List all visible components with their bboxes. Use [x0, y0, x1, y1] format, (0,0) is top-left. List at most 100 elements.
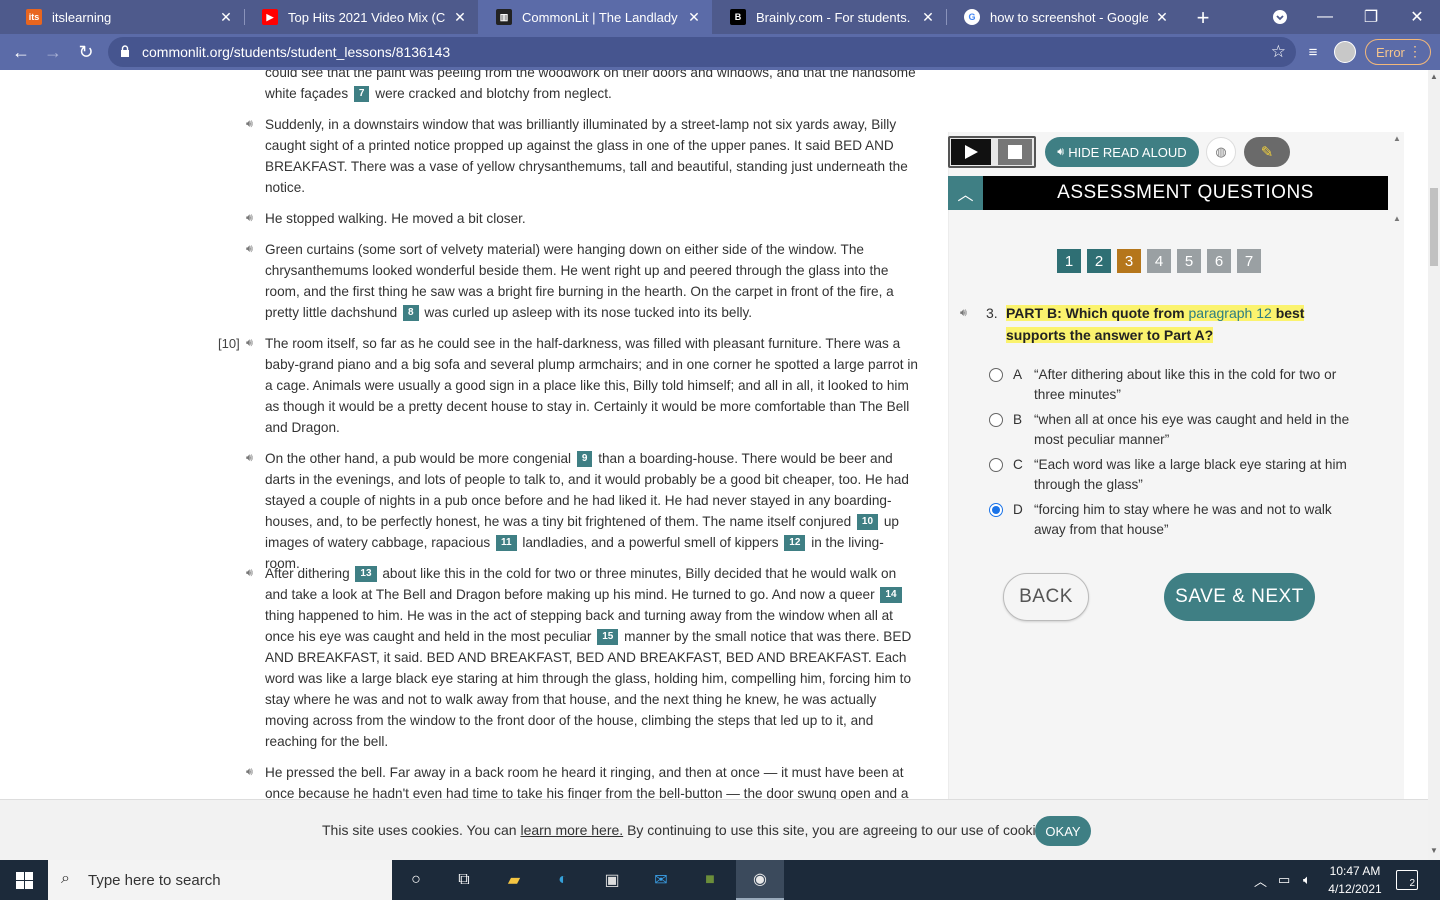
tab-title: how to screenshot - Google Sea: [990, 9, 1148, 25]
paragraph-text: On the other hand, a pub would be more c…: [265, 451, 572, 466]
minecraft-icon[interactable]: ■: [686, 860, 734, 900]
question-nav-5[interactable]: 5: [1177, 249, 1201, 273]
paragraph-link[interactable]: paragraph 12: [1189, 305, 1272, 321]
notification-center-icon[interactable]: 2: [1396, 870, 1418, 890]
tab-title: CommonLit | The Landlady |: [522, 9, 680, 25]
cookie-message: This site uses cookies. You can learn mo…: [322, 822, 1055, 838]
profile-avatar[interactable]: [1334, 41, 1356, 63]
option-letter: C: [1013, 457, 1023, 472]
paragraph-text: were cracked and blotchy from neglect.: [375, 86, 612, 101]
close-tab-icon[interactable]: ✕: [1154, 9, 1170, 26]
edge-icon[interactable]: ◐: [539, 860, 587, 900]
question-nav-6[interactable]: 6: [1207, 249, 1231, 273]
youtube-icon: ▶: [262, 9, 278, 25]
save-next-button[interactable]: SAVE & NEXT: [1164, 573, 1315, 621]
brainly-icon: B: [730, 9, 746, 25]
new-tab-plus-icon[interactable]: +: [1192, 5, 1214, 31]
task-view-icon[interactable]: ⧉: [440, 860, 488, 900]
speaker-icon[interactable]: 🔊︎: [246, 208, 260, 229]
collapse-chevron-up-icon[interactable]: ︿: [948, 176, 983, 210]
option-text: “when all at once his eye was caught and…: [1034, 412, 1350, 447]
menu-dots-icon: ⋮: [1408, 43, 1422, 59]
tab-title: Top Hits 2021 Video Mix (CLEAN: [288, 9, 446, 25]
browser-toolbar: ← → ↻ commonlit.org/students/student_les…: [0, 34, 1440, 70]
footnote-tag[interactable]: 12: [784, 535, 806, 552]
tab-search-icon[interactable]: [1257, 0, 1303, 34]
tab-brainly[interactable]: B Brainly.com - For students. By st ✕: [712, 0, 946, 34]
google-icon: G: [964, 9, 980, 25]
footnote-tag[interactable]: 9: [576, 451, 593, 468]
speaker-icon[interactable]: 🔊︎: [246, 333, 260, 354]
volume-icon[interactable]: 🔈︎: [1303, 860, 1311, 900]
hide-read-aloud-button[interactable]: 🔊︎ HIDE READ ALOUD: [1045, 137, 1199, 167]
tab-google[interactable]: G how to screenshot - Google Sea ✕: [946, 0, 1180, 34]
stop-button[interactable]: [998, 139, 1032, 165]
assessment-panel: [948, 132, 1404, 860]
page-scrollbar[interactable]: ▲ ▼: [1428, 70, 1440, 860]
footnote-tag[interactable]: 14: [880, 587, 902, 604]
restore-icon[interactable]: ❐: [1348, 0, 1394, 34]
cookie-okay-button[interactable]: OKAY: [1035, 816, 1091, 846]
error-button[interactable]: Error ⋮: [1365, 39, 1431, 65]
scrollbar-thumb[interactable]: [1430, 188, 1438, 266]
question-nav-3[interactable]: 3: [1117, 249, 1141, 273]
question-nav-4[interactable]: 4: [1147, 249, 1171, 273]
error-label: Error: [1376, 44, 1405, 60]
option-letter: A: [1013, 367, 1023, 382]
close-tab-icon[interactable]: ✕: [452, 9, 468, 26]
close-window-icon[interactable]: ✕: [1394, 0, 1440, 34]
clock-date: 4/12/2021: [1328, 882, 1382, 896]
radio-button[interactable]: [989, 368, 1003, 382]
speaker-icon[interactable]: 🔊︎: [246, 762, 260, 783]
question-nav-2[interactable]: 2: [1087, 249, 1111, 273]
tab-commonlit[interactable]: ▥ CommonLit | The Landlady | ✕: [478, 0, 712, 34]
footnote-tag[interactable]: 10: [856, 514, 879, 531]
file-explorer-icon[interactable]: ▰: [490, 860, 538, 900]
show-hidden-icons-chevron-icon[interactable]: ︿: [1254, 860, 1267, 900]
page-content: could see that the paint was peeling fro…: [0, 70, 1428, 860]
address-bar[interactable]: commonlit.org/students/student_lessons/8…: [108, 37, 1296, 67]
speaker-icon[interactable]: 🔊︎: [246, 239, 260, 260]
tab-youtube[interactable]: ▶ Top Hits 2021 Video Mix (CLEAN ✕: [244, 0, 478, 34]
footnote-tag[interactable]: 8: [403, 305, 419, 322]
back-arrow-icon[interactable]: ←: [9, 40, 33, 64]
taskbar-search-input[interactable]: ⌕ Type here to search: [48, 860, 392, 900]
speaker-icon[interactable]: 🔊︎: [960, 302, 967, 324]
mail-icon[interactable]: ✉: [637, 860, 685, 900]
minimize-icon[interactable]: —: [1302, 0, 1348, 34]
radio-button[interactable]: [989, 413, 1003, 427]
clock[interactable]: 10:47 AM 4/12/2021: [1320, 862, 1390, 898]
speaker-icon[interactable]: 🔊︎: [246, 448, 260, 469]
play-button[interactable]: [951, 139, 991, 165]
forward-arrow-icon[interactable]: →: [41, 40, 65, 64]
reload-icon[interactable]: ↻: [74, 40, 98, 64]
close-tab-icon[interactable]: ✕: [218, 9, 234, 26]
close-tab-icon[interactable]: ✕: [920, 9, 936, 26]
footnote-tag[interactable]: 13: [355, 566, 377, 583]
tab-itslearning[interactable]: its itslearning ✕: [8, 0, 244, 34]
panel-scrollbar[interactable]: ▲ ▲: [1392, 132, 1402, 860]
radio-button-selected[interactable]: [989, 503, 1003, 517]
network-icon[interactable]: ▭: [1278, 860, 1290, 900]
footnote-tag[interactable]: 7: [353, 86, 370, 103]
question-nav-7[interactable]: 7: [1237, 249, 1261, 273]
learn-more-link[interactable]: learn more here.: [520, 822, 623, 838]
windows-start-icon[interactable]: [0, 860, 48, 900]
back-button[interactable]: BACK: [1003, 573, 1089, 621]
radio-button[interactable]: [989, 458, 1003, 472]
close-tab-icon[interactable]: ✕: [686, 9, 702, 26]
store-icon[interactable]: ▣: [588, 860, 636, 900]
question-nav-1[interactable]: 1: [1057, 249, 1081, 273]
book-icon: ▥: [496, 9, 512, 25]
cortana-icon[interactable]: ○: [392, 860, 440, 900]
globe-icon[interactable]: ◍: [1206, 137, 1236, 167]
highlighter-pen-icon[interactable]: ✎: [1244, 137, 1290, 167]
bookmark-star-icon[interactable]: ☆: [1271, 42, 1286, 62]
paragraph-text: Suddenly, in a downstairs window that wa…: [265, 117, 908, 195]
speaker-icon[interactable]: 🔊︎: [246, 563, 260, 584]
media-control-icon[interactable]: ≡: [1302, 41, 1324, 63]
chrome-icon[interactable]: ◉: [736, 860, 784, 900]
speaker-icon[interactable]: 🔊︎: [246, 114, 260, 135]
footnote-tag[interactable]: 11: [495, 535, 517, 552]
footnote-tag[interactable]: 15: [597, 629, 619, 646]
